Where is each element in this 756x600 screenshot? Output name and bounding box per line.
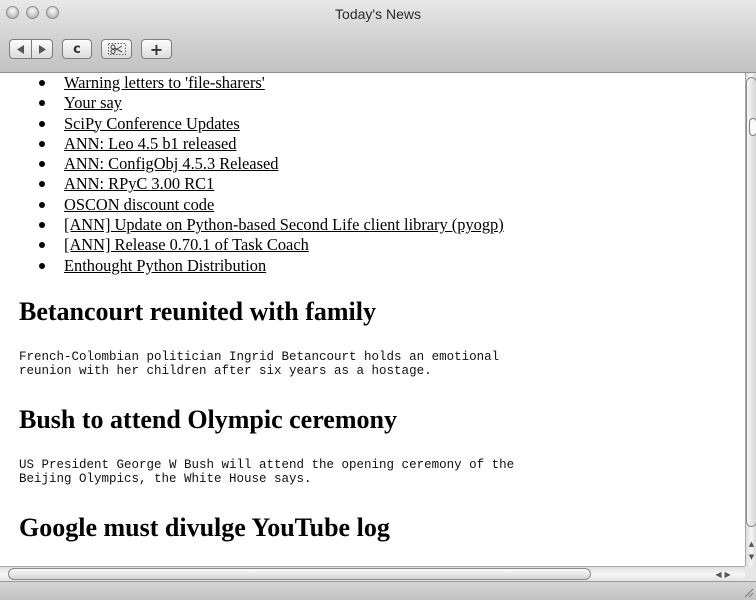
horizontal-scrollbar[interactable]: ◀ ▶ bbox=[0, 566, 745, 581]
back-button[interactable] bbox=[9, 39, 31, 59]
scissors-icon bbox=[107, 43, 126, 55]
status-bar bbox=[0, 581, 756, 600]
story-headline: Betancourt reunited with family bbox=[19, 297, 376, 326]
add-button[interactable]: + bbox=[141, 39, 172, 59]
horizontal-scroll-arrows[interactable]: ◀ ▶ bbox=[703, 568, 743, 580]
reload-icon: c bbox=[73, 41, 81, 57]
list-item: Warning letters to 'file-sharers' bbox=[39, 73, 745, 93]
news-link[interactable]: SciPy Conference Updates bbox=[64, 114, 240, 133]
news-link[interactable]: ANN: RPyC 3.00 RC1 bbox=[64, 174, 214, 193]
news-content: Warning letters to 'file-sharers' Your s… bbox=[0, 73, 745, 563]
headline-link-list: Warning letters to 'file-sharers' Your s… bbox=[0, 73, 745, 276]
list-item: Your say bbox=[39, 93, 745, 113]
scrollbar-corner bbox=[745, 566, 756, 581]
news-link[interactable]: ANN: Leo 4.5 b1 released bbox=[64, 134, 237, 153]
back-forward-segment bbox=[9, 39, 53, 59]
news-link[interactable]: [ANN] Update on Python-based Second Life… bbox=[64, 215, 504, 234]
toolbar: c + bbox=[9, 39, 172, 59]
window-titlebar: Today's News c + bbox=[0, 0, 756, 73]
forward-button[interactable] bbox=[31, 39, 53, 59]
vertical-scroll-thumb[interactable] bbox=[746, 77, 756, 527]
add-icon: + bbox=[149, 39, 164, 59]
list-item: OSCON discount code bbox=[39, 195, 745, 215]
news-link[interactable]: Enthought Python Distribution bbox=[64, 256, 266, 275]
news-link[interactable]: [ANN] Release 0.70.1 of Task Coach bbox=[64, 235, 309, 254]
reload-button[interactable]: c bbox=[62, 39, 92, 59]
list-item: Enthought Python Distribution bbox=[39, 256, 745, 276]
vertical-scrollbar[interactable]: ▲ ▼ bbox=[745, 73, 756, 566]
back-arrow-icon bbox=[16, 44, 24, 54]
list-item: ANN: Leo 4.5 b1 released bbox=[39, 134, 745, 154]
vertical-scroll-arrows[interactable]: ▲ ▼ bbox=[746, 538, 756, 566]
scroll-down-arrow-icon[interactable]: ▼ bbox=[746, 551, 756, 564]
story-headline: Bush to attend Olympic ceremony bbox=[19, 405, 397, 434]
list-item: SciPy Conference Updates bbox=[39, 114, 745, 134]
news-link[interactable]: ANN: ConfigObj 4.5.3 Released bbox=[64, 154, 278, 173]
news-link[interactable]: Warning letters to 'file-sharers' bbox=[64, 73, 265, 92]
scroll-right-arrow-icon[interactable]: ▶ bbox=[725, 570, 731, 579]
list-item: [ANN] Update on Python-based Second Life… bbox=[39, 215, 745, 235]
forward-arrow-icon bbox=[39, 44, 46, 54]
browser-window: Today's News c + Warning letters to 'fil… bbox=[0, 0, 756, 600]
resize-grip-icon[interactable] bbox=[742, 586, 754, 598]
snip-button[interactable] bbox=[101, 39, 132, 59]
news-link[interactable]: Your say bbox=[64, 93, 122, 112]
list-item: ANN: ConfigObj 4.5.3 Released bbox=[39, 154, 745, 174]
scroll-grip bbox=[749, 118, 756, 136]
scroll-up-arrow-icon[interactable]: ▲ bbox=[746, 538, 756, 551]
story-summary: US President George W Bush will attend t… bbox=[19, 458, 515, 486]
scroll-left-arrow-icon[interactable]: ◀ bbox=[715, 570, 721, 579]
list-item: ANN: RPyC 3.00 RC1 bbox=[39, 174, 745, 194]
news-link[interactable]: OSCON discount code bbox=[64, 195, 214, 214]
horizontal-scroll-thumb[interactable] bbox=[8, 568, 591, 580]
story-headline: Google must divulge YouTube log bbox=[19, 513, 390, 542]
window-title: Today's News bbox=[335, 6, 421, 22]
story-summary: French-Colombian politician Ingrid Betan… bbox=[19, 350, 500, 378]
list-item: [ANN] Release 0.70.1 of Task Coach bbox=[39, 235, 745, 255]
